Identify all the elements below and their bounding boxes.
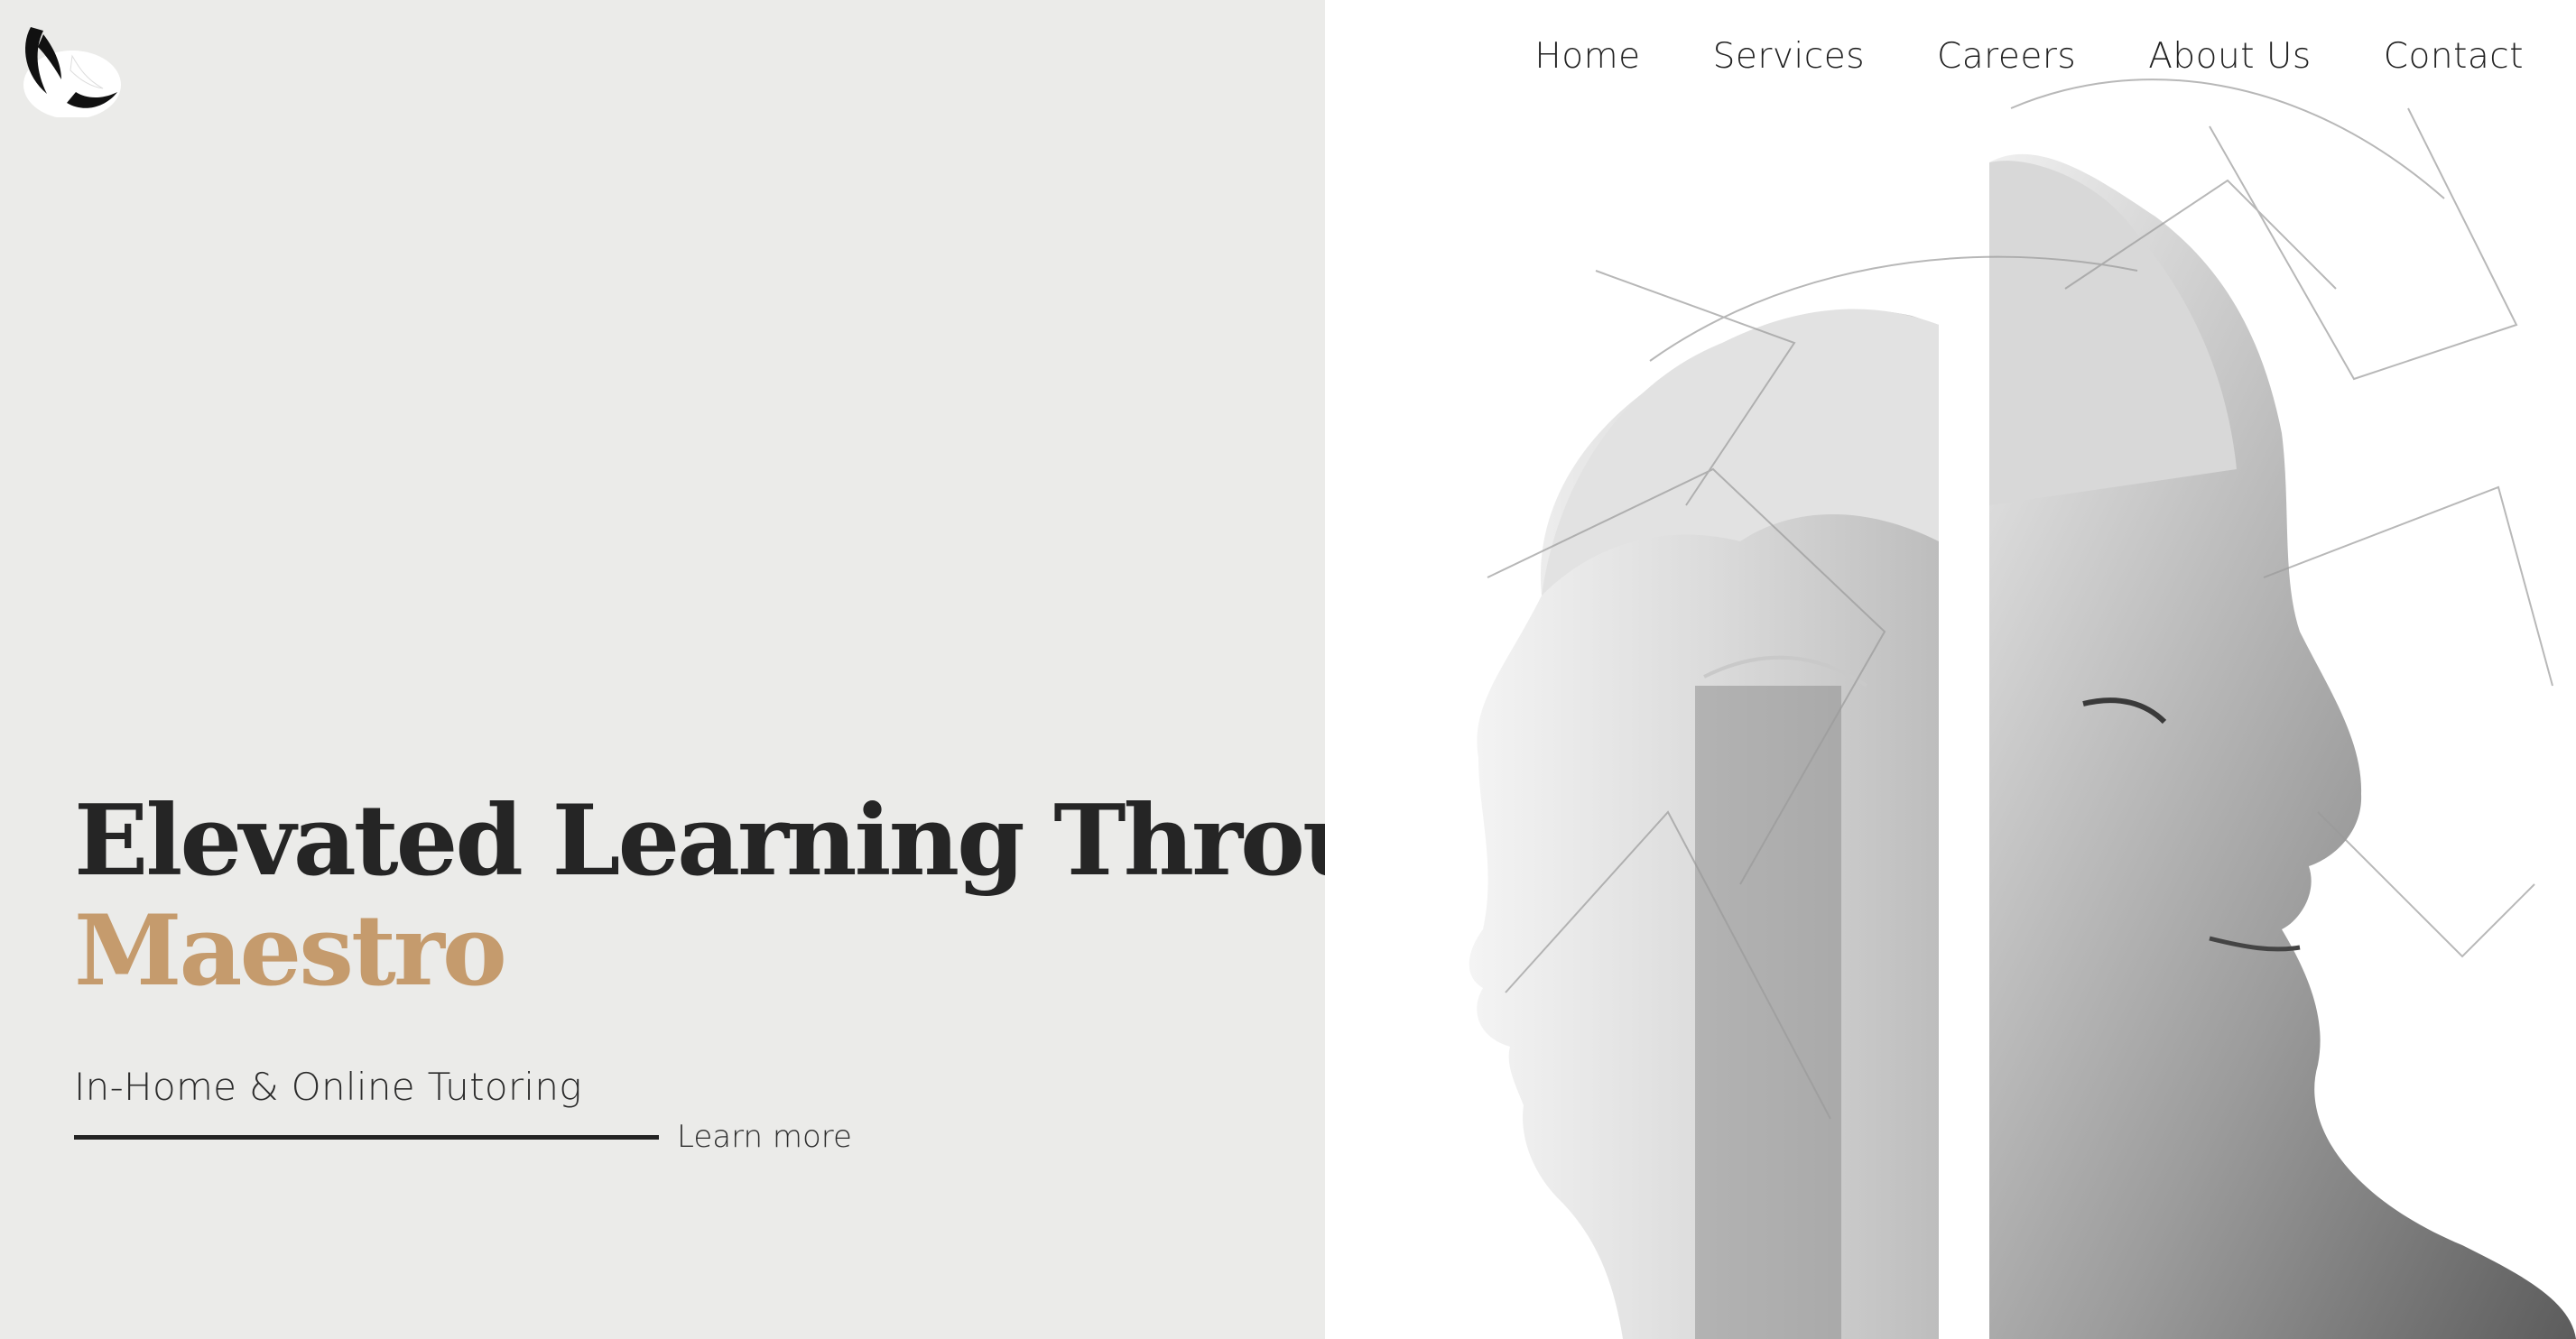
nav-about-us[interactable]: About Us [2148,36,2312,77]
nav-services[interactable]: Services [1713,36,1865,77]
hero-subtitle: In-Home & Online Tutoring [74,1065,582,1109]
hero-title: Elevated Learning Through [74,784,1507,898]
statue-heads-image [1469,0,2576,1339]
nav-home[interactable]: Home [1534,36,1640,77]
main-nav: Home Services Careers About Us Contact [1534,36,2524,77]
hero-title-accent: Maestro [74,894,507,1008]
nav-careers[interactable]: Careers [1937,36,2076,77]
cta-underline [74,1135,659,1140]
hero-image-panel: Home Services Careers About Us Contact [1325,0,2576,1339]
learn-more-link[interactable]: Learn more [677,1119,852,1155]
hero-left-panel: Elevated Learning Through Maestro In-Hom… [0,0,1507,1339]
brand-logo-icon[interactable] [16,20,121,117]
nav-contact[interactable]: Contact [2384,36,2524,77]
